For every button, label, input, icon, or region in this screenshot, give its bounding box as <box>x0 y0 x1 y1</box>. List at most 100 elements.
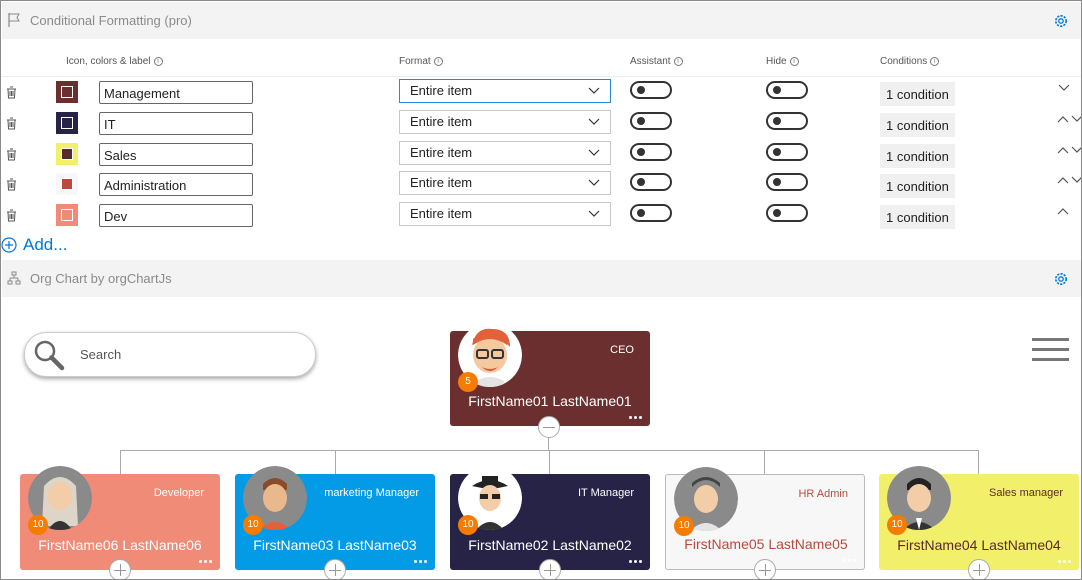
format-select[interactable]: Entire item <box>399 110 611 134</box>
trash-icon[interactable] <box>6 178 17 191</box>
assistant-toggle[interactable] <box>630 173 672 191</box>
move-down-icon[interactable] <box>1071 176 1082 184</box>
conditions-button[interactable]: 1 condition <box>880 113 955 137</box>
hide-toggle[interactable] <box>766 173 808 191</box>
hide-toggle[interactable] <box>766 143 808 161</box>
assistant-toggle[interactable] <box>630 143 672 161</box>
hide-toggle[interactable] <box>766 81 808 99</box>
assistant-toggle[interactable] <box>630 81 672 99</box>
col-label: Format <box>399 56 431 67</box>
node-menu-icon[interactable] <box>199 560 212 563</box>
icon-color-swatch <box>61 117 73 129</box>
format-select[interactable]: Entire item <box>399 79 611 103</box>
info-icon[interactable]: i <box>673 57 683 66</box>
org-node[interactable]: Sales manager 10 FirstName04 LastName04 <box>879 466 1079 570</box>
rule-row: Dev Entire item 1 condition <box>1 202 1081 232</box>
info-icon[interactable]: i <box>930 57 940 66</box>
color-swatch[interactable] <box>56 143 78 165</box>
color-swatch[interactable] <box>56 81 78 103</box>
node-menu-icon[interactable] <box>1058 560 1071 563</box>
conditions-button[interactable]: 1 condition <box>880 144 955 168</box>
node-role: HR Admin <box>798 488 848 500</box>
move-up-icon[interactable] <box>1057 207 1069 215</box>
conditions-button[interactable]: 1 condition <box>880 174 955 198</box>
move-down-icon[interactable] <box>1071 115 1082 123</box>
add-rule-link[interactable]: Add... <box>1 235 67 255</box>
move-up-icon[interactable] <box>1057 176 1069 184</box>
connector-line <box>120 450 121 474</box>
rule-label-input[interactable]: Dev <box>99 204 253 227</box>
subordinate-count-badge: 10 <box>28 515 48 535</box>
col-header-format: Format i <box>399 56 443 67</box>
color-swatch[interactable] <box>56 204 78 226</box>
expand-node-button[interactable] <box>109 559 131 579</box>
expand-node-button[interactable] <box>324 559 346 579</box>
org-node[interactable]: marketing Manager 10 FirstName03 LastNam… <box>235 466 435 570</box>
node-name: FirstName03 LastName03 <box>253 537 417 553</box>
org-node[interactable]: IT Manager 10 FirstName02 LastName02 <box>450 466 650 570</box>
gear-icon[interactable] <box>1053 13 1069 29</box>
assistant-toggle[interactable] <box>630 204 672 222</box>
hide-toggle[interactable] <box>766 112 808 130</box>
expand-node-button[interactable] <box>968 559 990 579</box>
col-header-hide: Hide i <box>766 56 799 67</box>
info-icon[interactable]: i <box>433 57 443 66</box>
chevron-down-icon <box>588 149 600 156</box>
collapse-node-button[interactable] <box>538 416 560 438</box>
trash-icon[interactable] <box>6 209 17 222</box>
rule-label-input[interactable]: Sales <box>99 143 253 166</box>
col-label: Assistant <box>630 56 671 67</box>
format-select[interactable]: Entire item <box>399 141 611 165</box>
format-select[interactable]: Entire item <box>399 202 611 226</box>
info-icon[interactable]: i <box>153 57 163 66</box>
hide-toggle[interactable] <box>766 204 808 222</box>
node-menu-icon[interactable] <box>414 560 427 563</box>
org-section-title: Org Chart by orgChartJs <box>30 271 172 286</box>
divider <box>2 76 1081 77</box>
org-node-ceo[interactable]: CEO 5 FirstName01 LastName01 <box>450 323 650 426</box>
format-select-value: Entire item <box>410 114 473 129</box>
color-swatch[interactable] <box>56 173 78 195</box>
connector-line <box>335 450 336 474</box>
trash-icon[interactable] <box>6 148 17 161</box>
subordinate-count-badge: 10 <box>674 516 694 536</box>
move-up-icon[interactable] <box>1057 146 1069 154</box>
node-menu-icon[interactable] <box>629 560 642 563</box>
subordinate-count-badge: 10 <box>243 515 263 535</box>
move-down-icon[interactable] <box>1058 84 1070 92</box>
rule-label-input[interactable]: IT <box>99 112 253 135</box>
node-menu-icon[interactable] <box>843 559 856 562</box>
node-menu-icon[interactable] <box>629 416 642 419</box>
trash-icon[interactable] <box>6 117 17 130</box>
hamburger-menu-icon[interactable] <box>1032 338 1069 362</box>
app-frame: Conditional Formatting (pro) Icon, color… <box>0 0 1082 580</box>
format-select[interactable]: Entire item <box>399 171 611 195</box>
search-box[interactable]: Search <box>24 332 316 377</box>
chevron-down-icon <box>588 87 600 94</box>
conditions-button[interactable]: 1 condition <box>880 205 955 229</box>
info-icon[interactable]: i <box>789 57 799 66</box>
col-header-assistant: Assistant i <box>630 56 683 67</box>
icon-color-swatch <box>61 209 73 221</box>
org-node[interactable]: HR Admin 10 FirstName05 LastName05 <box>665 467 865 570</box>
node-name: FirstName02 LastName02 <box>468 537 632 553</box>
rule-label-input[interactable]: Administration <box>99 173 253 196</box>
assistant-toggle[interactable] <box>630 112 672 130</box>
org-chart-icon <box>7 271 21 285</box>
expand-node-button[interactable] <box>539 559 561 579</box>
org-node[interactable]: Developer 10 FirstName06 LastName06 <box>20 466 220 570</box>
rule-row: Administration Entire item 1 condition <box>1 171 1081 201</box>
search-input[interactable]: Search <box>80 347 121 362</box>
format-select-value: Entire item <box>410 145 473 160</box>
expand-node-button[interactable] <box>754 559 776 579</box>
node-role: IT Manager <box>577 487 634 499</box>
color-swatch[interactable] <box>56 112 78 134</box>
trash-icon[interactable] <box>6 86 17 99</box>
conditions-button[interactable]: 1 condition <box>880 82 955 106</box>
connector-line <box>549 450 550 474</box>
move-up-icon[interactable] <box>1057 115 1069 123</box>
move-down-icon[interactable] <box>1071 146 1082 154</box>
icon-color-swatch <box>61 148 73 160</box>
gear-icon[interactable] <box>1053 271 1069 287</box>
rule-label-input[interactable]: Management <box>99 81 253 104</box>
